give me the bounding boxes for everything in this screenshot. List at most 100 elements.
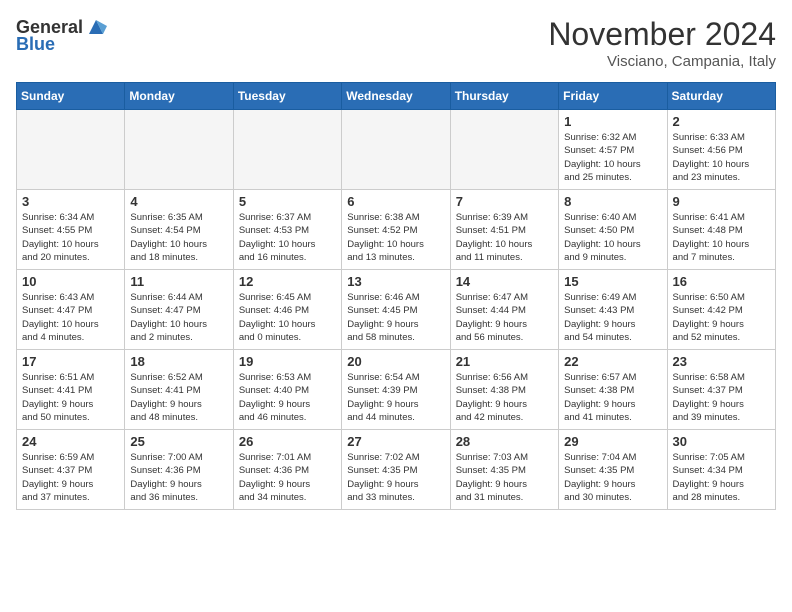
week-row-2: 3 Sunrise: 6:34 AMSunset: 4:55 PMDaylight…	[17, 190, 776, 270]
day-info: Sunrise: 7:02 AMSunset: 4:35 PMDaylight:…	[347, 451, 444, 504]
calendar-cell	[233, 110, 341, 190]
logo-icon	[85, 16, 107, 38]
day-number: 24	[22, 434, 119, 449]
calendar-cell: 26Sunrise: 7:01 AMSunset: 4:36 PMDayligh…	[233, 430, 341, 510]
calendar-cell: 12 Sunrise: 6:45 AMSunset: 4:46 PMDayligh…	[233, 270, 341, 350]
day-number: 16	[673, 274, 770, 289]
day-info: Sunrise: 6:56 AMSunset: 4:38 PMDaylight:…	[456, 371, 553, 424]
calendar-cell: 14 Sunrise: 6:47 AMSunset: 4:44 PMDayligh…	[450, 270, 558, 350]
day-number: 4	[130, 194, 227, 209]
calendar-cell: 25Sunrise: 7:00 AMSunset: 4:36 PMDayligh…	[125, 430, 233, 510]
day-info: Sunrise: 6:37 AMSunset: 4:53 PMDaylight:…	[239, 211, 336, 264]
calendar-cell: 4 Sunrise: 6:35 AMSunset: 4:54 PMDaylight…	[125, 190, 233, 270]
calendar-cell: 13 Sunrise: 6:46 AMSunset: 4:45 PMDayligh…	[342, 270, 450, 350]
day-number: 22	[564, 354, 661, 369]
calendar-table: SundayMondayTuesdayWednesdayThursdayFrid…	[16, 82, 776, 510]
day-info: Sunrise: 6:38 AMSunset: 4:52 PMDaylight:…	[347, 211, 444, 264]
week-row-4: 17 Sunrise: 6:51 AMSunset: 4:41 PMDayligh…	[17, 350, 776, 430]
calendar-cell	[17, 110, 125, 190]
day-number: 9	[673, 194, 770, 209]
calendar-cell: 9 Sunrise: 6:41 AMSunset: 4:48 PMDaylight…	[667, 190, 775, 270]
calendar-cell: 3 Sunrise: 6:34 AMSunset: 4:55 PMDaylight…	[17, 190, 125, 270]
day-number: 6	[347, 194, 444, 209]
day-info: Sunrise: 6:45 AMSunset: 4:46 PMDaylight:…	[239, 291, 336, 344]
calendar-cell: 17 Sunrise: 6:51 AMSunset: 4:41 PMDayligh…	[17, 350, 125, 430]
day-number: 29	[564, 434, 661, 449]
day-number: 12	[239, 274, 336, 289]
day-number: 18	[130, 354, 227, 369]
weekday-header-saturday: Saturday	[667, 83, 775, 110]
calendar-cell	[450, 110, 558, 190]
day-info: Sunrise: 6:35 AMSunset: 4:54 PMDaylight:…	[130, 211, 227, 264]
day-info: Sunrise: 6:59 AMSunset: 4:37 PMDaylight:…	[22, 451, 119, 504]
day-number: 7	[456, 194, 553, 209]
day-number: 28	[456, 434, 553, 449]
day-info: Sunrise: 6:33 AMSunset: 4:56 PMDaylight:…	[673, 131, 770, 184]
calendar-cell	[125, 110, 233, 190]
calendar-cell: 21 Sunrise: 6:56 AMSunset: 4:38 PMDayligh…	[450, 350, 558, 430]
title-block: November 2024 Visciano, Campania, Italy	[548, 16, 776, 70]
day-info: Sunrise: 6:41 AMSunset: 4:48 PMDaylight:…	[673, 211, 770, 264]
day-info: Sunrise: 6:32 AMSunset: 4:57 PMDaylight:…	[564, 131, 661, 184]
day-info: Sunrise: 6:54 AMSunset: 4:39 PMDaylight:…	[347, 371, 444, 424]
calendar-cell: 8 Sunrise: 6:40 AMSunset: 4:50 PMDaylight…	[559, 190, 667, 270]
day-number: 8	[564, 194, 661, 209]
week-row-3: 10 Sunrise: 6:43 AMSunset: 4:47 PMDayligh…	[17, 270, 776, 350]
day-info: Sunrise: 6:40 AMSunset: 4:50 PMDaylight:…	[564, 211, 661, 264]
day-info: Sunrise: 6:46 AMSunset: 4:45 PMDaylight:…	[347, 291, 444, 344]
day-info: Sunrise: 6:52 AMSunset: 4:41 PMDaylight:…	[130, 371, 227, 424]
calendar-cell: 24 Sunrise: 6:59 AMSunset: 4:37 PMDayligh…	[17, 430, 125, 510]
calendar-cell	[342, 110, 450, 190]
logo: General Blue	[16, 16, 107, 55]
calendar-cell: 18 Sunrise: 6:52 AMSunset: 4:41 PMDayligh…	[125, 350, 233, 430]
day-info: Sunrise: 7:04 AMSunset: 4:35 PMDaylight:…	[564, 451, 661, 504]
day-number: 14	[456, 274, 553, 289]
day-number: 30	[673, 434, 770, 449]
day-number: 2	[673, 114, 770, 129]
day-info: Sunrise: 6:58 AMSunset: 4:37 PMDaylight:…	[673, 371, 770, 424]
day-number: 1	[564, 114, 661, 129]
calendar-cell: 29 Sunrise: 7:04 AMSunset: 4:35 PMDayligh…	[559, 430, 667, 510]
day-number: 5	[239, 194, 336, 209]
calendar-cell: 16 Sunrise: 6:50 AMSunset: 4:42 PMDayligh…	[667, 270, 775, 350]
calendar-cell: 1 Sunrise: 6:32 AMSunset: 4:57 PMDaylight…	[559, 110, 667, 190]
location: Visciano, Campania, Italy	[548, 53, 776, 70]
day-number: 13	[347, 274, 444, 289]
day-info: Sunrise: 6:34 AMSunset: 4:55 PMDaylight:…	[22, 211, 119, 264]
calendar-cell: 10 Sunrise: 6:43 AMSunset: 4:47 PMDayligh…	[17, 270, 125, 350]
day-info: Sunrise: 6:51 AMSunset: 4:41 PMDaylight:…	[22, 371, 119, 424]
day-number: 23	[673, 354, 770, 369]
day-info: Sunrise: 6:44 AMSunset: 4:47 PMDaylight:…	[130, 291, 227, 344]
weekday-header-row: SundayMondayTuesdayWednesdayThursdayFrid…	[17, 83, 776, 110]
day-number: 10	[22, 274, 119, 289]
day-number: 20	[347, 354, 444, 369]
day-info: Sunrise: 7:00 AMSunset: 4:36 PMDaylight:…	[130, 451, 227, 504]
calendar-cell: 11Sunrise: 6:44 AMSunset: 4:47 PMDayligh…	[125, 270, 233, 350]
month-year: November 2024	[548, 16, 776, 53]
day-number: 17	[22, 354, 119, 369]
weekday-header-monday: Monday	[125, 83, 233, 110]
weekday-header-tuesday: Tuesday	[233, 83, 341, 110]
week-row-1: 1 Sunrise: 6:32 AMSunset: 4:57 PMDaylight…	[17, 110, 776, 190]
day-number: 15	[564, 274, 661, 289]
calendar-cell: 5 Sunrise: 6:37 AMSunset: 4:53 PMDaylight…	[233, 190, 341, 270]
day-info: Sunrise: 7:05 AMSunset: 4:34 PMDaylight:…	[673, 451, 770, 504]
logo-blue: Blue	[16, 34, 55, 55]
calendar-cell: 15Sunrise: 6:49 AMSunset: 4:43 PMDayligh…	[559, 270, 667, 350]
day-number: 21	[456, 354, 553, 369]
weekday-header-wednesday: Wednesday	[342, 83, 450, 110]
day-info: Sunrise: 7:01 AMSunset: 4:36 PMDaylight:…	[239, 451, 336, 504]
day-info: Sunrise: 6:53 AMSunset: 4:40 PMDaylight:…	[239, 371, 336, 424]
calendar-cell: 23 Sunrise: 6:58 AMSunset: 4:37 PMDayligh…	[667, 350, 775, 430]
page-header: General Blue November 2024 Visciano, Cam…	[16, 16, 776, 70]
calendar-cell: 6 Sunrise: 6:38 AMSunset: 4:52 PMDaylight…	[342, 190, 450, 270]
week-row-5: 24 Sunrise: 6:59 AMSunset: 4:37 PMDayligh…	[17, 430, 776, 510]
day-number: 3	[22, 194, 119, 209]
weekday-header-friday: Friday	[559, 83, 667, 110]
calendar-cell: 30 Sunrise: 7:05 AMSunset: 4:34 PMDayligh…	[667, 430, 775, 510]
day-info: Sunrise: 6:50 AMSunset: 4:42 PMDaylight:…	[673, 291, 770, 344]
day-info: Sunrise: 6:43 AMSunset: 4:47 PMDaylight:…	[22, 291, 119, 344]
day-info: Sunrise: 6:47 AMSunset: 4:44 PMDaylight:…	[456, 291, 553, 344]
day-info: Sunrise: 6:57 AMSunset: 4:38 PMDaylight:…	[564, 371, 661, 424]
calendar-cell: 19Sunrise: 6:53 AMSunset: 4:40 PMDayligh…	[233, 350, 341, 430]
